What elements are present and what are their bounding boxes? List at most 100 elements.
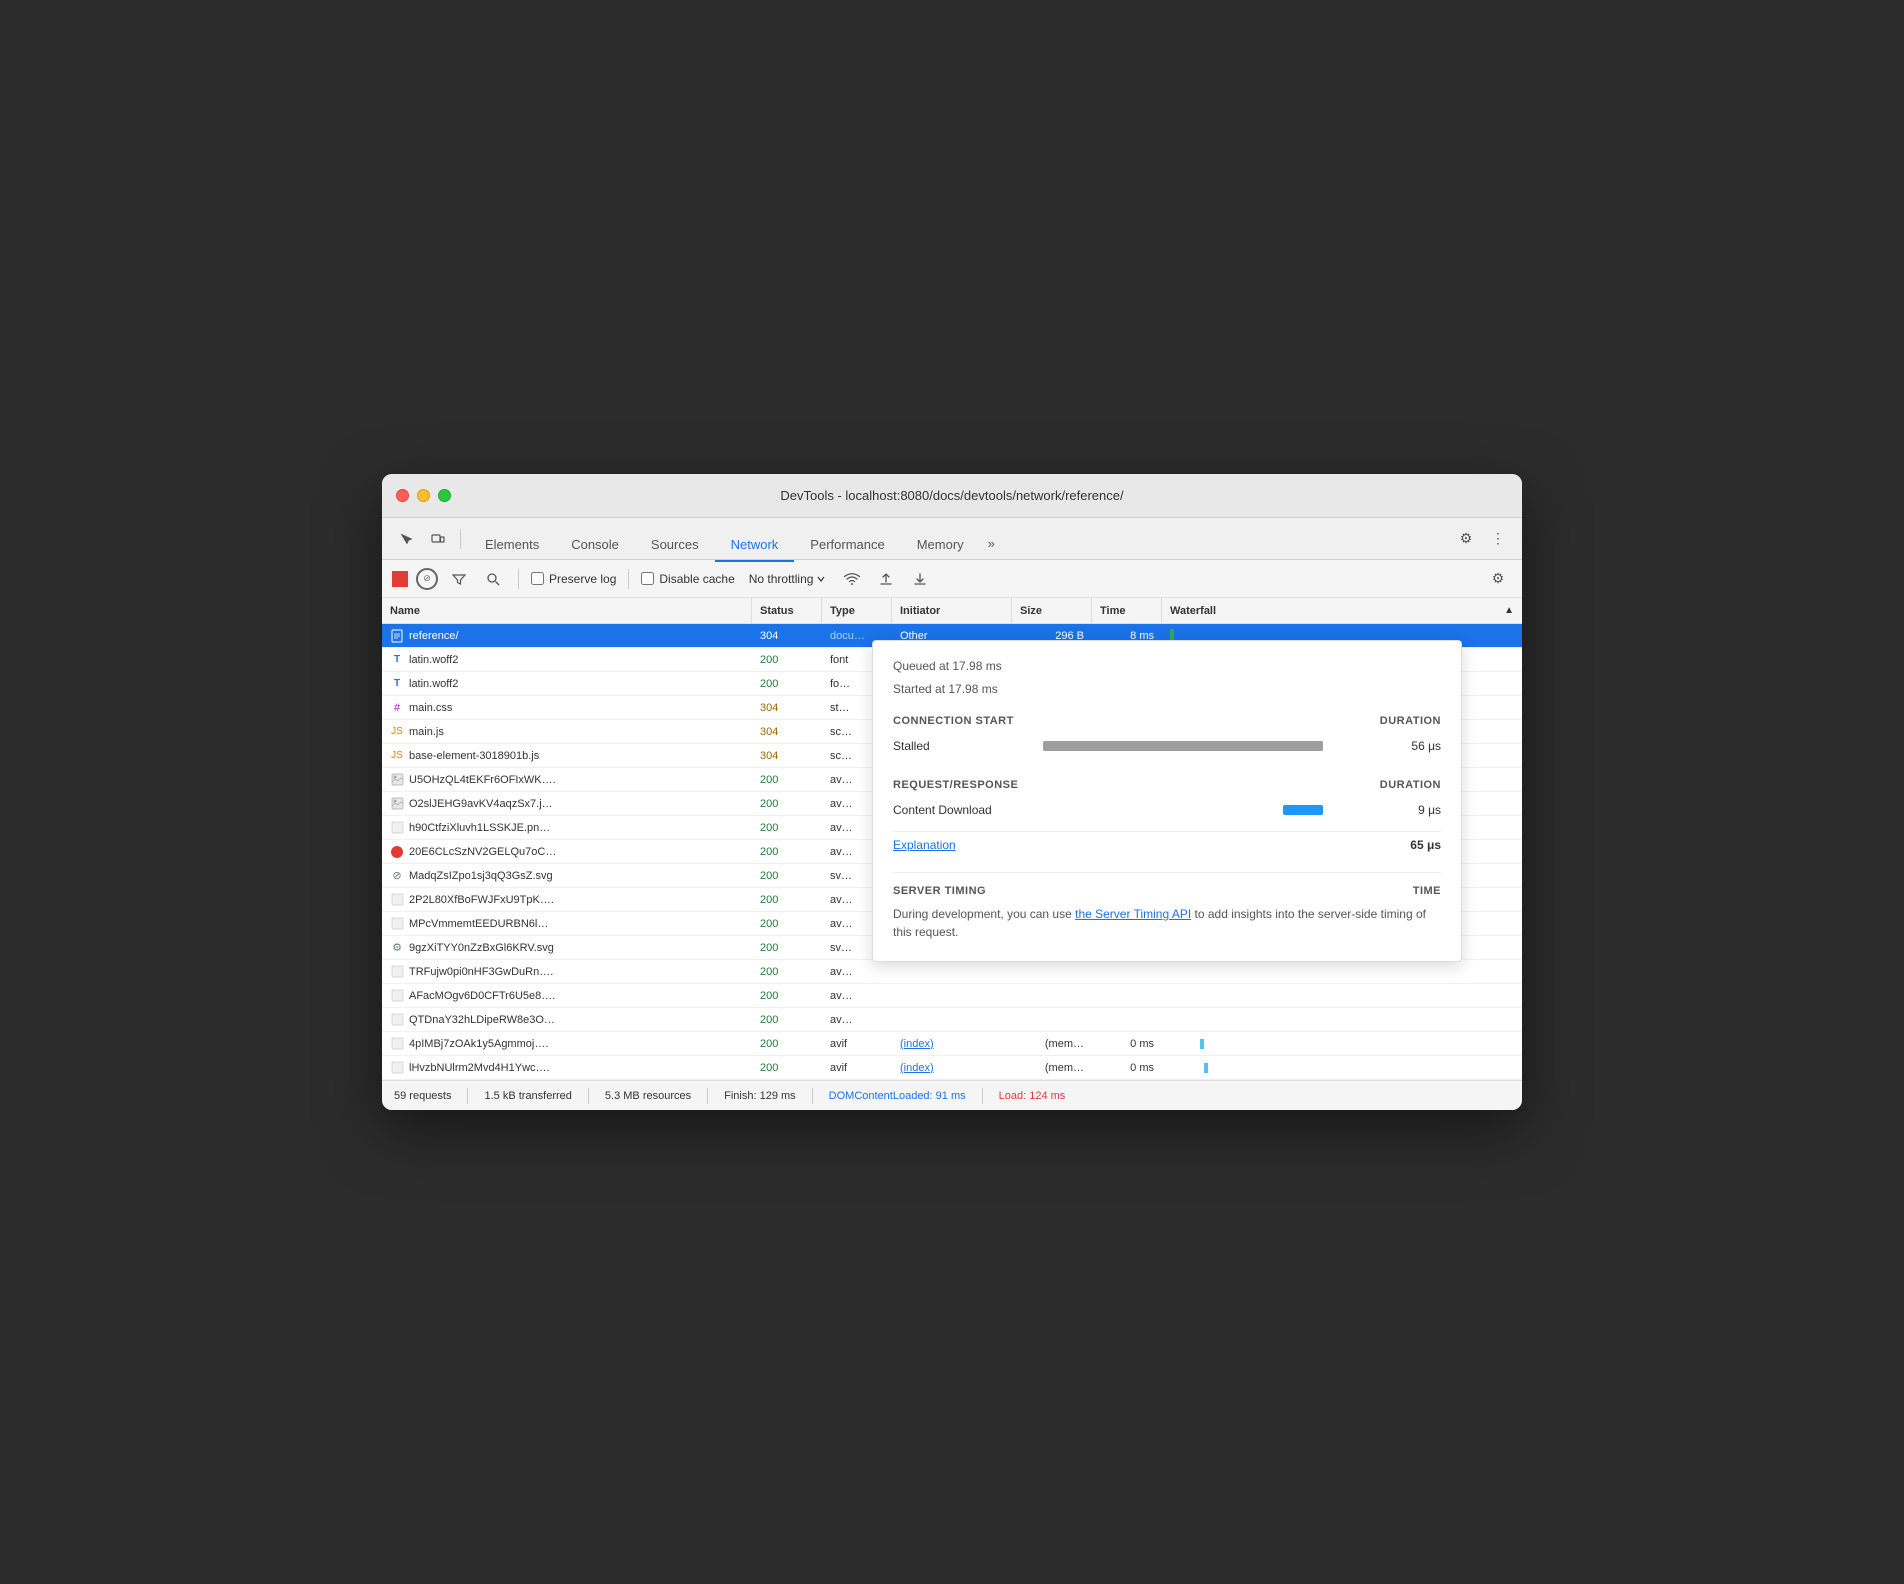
- cell-name: JS base-element-3018901b.js: [382, 744, 752, 767]
- file-icon: [390, 629, 404, 643]
- file-icon: [390, 797, 404, 811]
- cell-name: 20E6CLcSzNV2GELQu7oC…: [382, 840, 752, 863]
- disable-cache-checkbox[interactable]: [641, 572, 654, 585]
- cell-time: 0 ms: [1092, 1032, 1162, 1055]
- clear-button[interactable]: ⊘: [416, 568, 438, 590]
- content-download-bar: [1283, 805, 1323, 815]
- dom-content-loaded: DOMContentLoaded: 91 ms: [829, 1090, 966, 1102]
- table-row[interactable]: TRFujw0pi0nHF3GwDuRn…. 200 av…: [382, 960, 1522, 984]
- col-name[interactable]: Name: [382, 598, 752, 623]
- cell-status: 200: [752, 672, 822, 695]
- col-initiator[interactable]: Initiator: [892, 598, 1012, 623]
- cell-initiator: [892, 960, 1012, 983]
- maximize-button[interactable]: [438, 489, 451, 502]
- filter-bar: ⊘ Preserve log Disable cache No throttli…: [382, 560, 1522, 598]
- file-icon: [390, 1061, 404, 1075]
- cell-name: h90CtfziXluvh1LSSKJE.pn…: [382, 816, 752, 839]
- file-icon: [390, 821, 404, 835]
- cell-status: 200: [752, 648, 822, 671]
- stalled-duration: 56 μs: [1391, 739, 1441, 753]
- cell-name: U5OHzQL4tEKFr6OFIxWK….: [382, 768, 752, 791]
- record-button[interactable]: [392, 571, 408, 587]
- settings-icon[interactable]: ⚙: [1452, 525, 1480, 553]
- col-size[interactable]: Size: [1012, 598, 1092, 623]
- connection-start-label: Connection Start: [893, 715, 1014, 727]
- stalled-label: Stalled: [893, 739, 1033, 753]
- cell-status: 200: [752, 984, 822, 1007]
- tab-console[interactable]: Console: [555, 530, 635, 562]
- cell-status: 200: [752, 1056, 822, 1079]
- filter-icon[interactable]: [446, 566, 472, 592]
- request-response-header: Request/Response DURATION: [893, 779, 1441, 791]
- tab-more[interactable]: »: [980, 528, 1003, 560]
- cell-status: 200: [752, 912, 822, 935]
- network-settings-icon[interactable]: ⚙: [1484, 565, 1512, 593]
- server-timing-api-link[interactable]: the Server Timing API: [1075, 907, 1191, 921]
- cell-time: [1092, 960, 1162, 983]
- cell-size: [1012, 984, 1092, 1007]
- tab-elements[interactable]: Elements: [469, 530, 555, 562]
- col-type[interactable]: Type: [822, 598, 892, 623]
- col-time[interactable]: Time: [1092, 598, 1162, 623]
- table-row[interactable]: 4pIMBj7zOAk1y5Agmmoj…. 200 avif (index) …: [382, 1032, 1522, 1056]
- upload-icon[interactable]: [873, 566, 899, 592]
- tab-network[interactable]: Network: [715, 530, 795, 562]
- preserve-log-checkbox[interactable]: [531, 572, 544, 585]
- search-icon[interactable]: [480, 566, 506, 592]
- cursor-icon[interactable]: [392, 525, 420, 553]
- cell-waterfall: [1162, 960, 1522, 983]
- devtools-window: DevTools - localhost:8080/docs/devtools/…: [382, 474, 1522, 1110]
- server-timing-desc: During development, you can use the Serv…: [893, 905, 1441, 941]
- stalled-row: Stalled 56 μs: [893, 733, 1441, 759]
- cell-name: ⚙ 9gzXiTYY0nZzBxGl6KRV.svg: [382, 936, 752, 959]
- tab-bar: Elements Console Sources Network Perform…: [469, 518, 1448, 560]
- tab-sources[interactable]: Sources: [635, 530, 715, 562]
- table-row[interactable]: QTDnaY32hLDipeRW8e3O… 200 av…: [382, 1008, 1522, 1032]
- download-icon[interactable]: [907, 566, 933, 592]
- total-duration: 65 μs: [1410, 838, 1441, 852]
- throttle-select[interactable]: No throttling: [743, 570, 832, 588]
- cell-name: MPcVmmemtEEDURBN6l…: [382, 912, 752, 935]
- cell-name: AFacMOgv6D0CFTr6U5e8….: [382, 984, 752, 1007]
- titlebar: DevTools - localhost:8080/docs/devtools/…: [382, 474, 1522, 518]
- preserve-log-label[interactable]: Preserve log: [531, 572, 616, 586]
- device-toggle-icon[interactable]: [424, 525, 452, 553]
- file-icon: T: [390, 653, 404, 667]
- cell-name: O2slJEHG9avKV4aqzSx7.j…: [382, 792, 752, 815]
- col-waterfall[interactable]: Waterfall ▲: [1162, 598, 1522, 623]
- cell-type: av…: [822, 984, 892, 1007]
- cell-status: 200: [752, 960, 822, 983]
- sep: [518, 569, 519, 589]
- sep: [588, 1088, 589, 1104]
- more-icon[interactable]: ⋮: [1484, 525, 1512, 553]
- minimize-button[interactable]: [417, 489, 430, 502]
- cell-waterfall: [1162, 984, 1522, 1007]
- cell-name: lHvzbNUlrm2Mvd4H1Ywc….: [382, 1056, 752, 1079]
- cell-name: 2P2L80XfBoFWJFxU9TpK….: [382, 888, 752, 911]
- col-status[interactable]: Status: [752, 598, 822, 623]
- tab-performance[interactable]: Performance: [794, 530, 900, 562]
- cell-size: [1012, 1008, 1092, 1031]
- cell-name: QTDnaY32hLDipeRW8e3O…: [382, 1008, 752, 1031]
- sep2: [628, 569, 629, 589]
- cell-status: 200: [752, 864, 822, 887]
- sep: [982, 1088, 983, 1104]
- table-row[interactable]: AFacMOgv6D0CFTr6U5e8…. 200 av…: [382, 984, 1522, 1008]
- tab-memory[interactable]: Memory: [901, 530, 980, 562]
- file-icon: [390, 845, 404, 859]
- file-icon: ⚙: [390, 941, 404, 955]
- cell-status: 200: [752, 1032, 822, 1055]
- queued-at: Queued at 17.98 ms: [893, 657, 1441, 676]
- window-title: DevTools - localhost:8080/docs/devtools/…: [780, 488, 1123, 503]
- disable-cache-label[interactable]: Disable cache: [641, 572, 734, 586]
- cell-name: JS main.js: [382, 720, 752, 743]
- server-timing-header: Server Timing TIME: [893, 872, 1441, 897]
- wifi-icon[interactable]: [839, 566, 865, 592]
- cell-initiator: (index): [892, 1056, 1012, 1079]
- table-row[interactable]: lHvzbNUlrm2Mvd4H1Ywc…. 200 avif (index) …: [382, 1056, 1522, 1080]
- started-at: Started at 17.98 ms: [893, 680, 1441, 699]
- explanation-link[interactable]: Explanation: [893, 838, 956, 852]
- duration-label-1: DURATION: [1380, 715, 1441, 727]
- cell-type: av…: [822, 1008, 892, 1031]
- close-button[interactable]: [396, 489, 409, 502]
